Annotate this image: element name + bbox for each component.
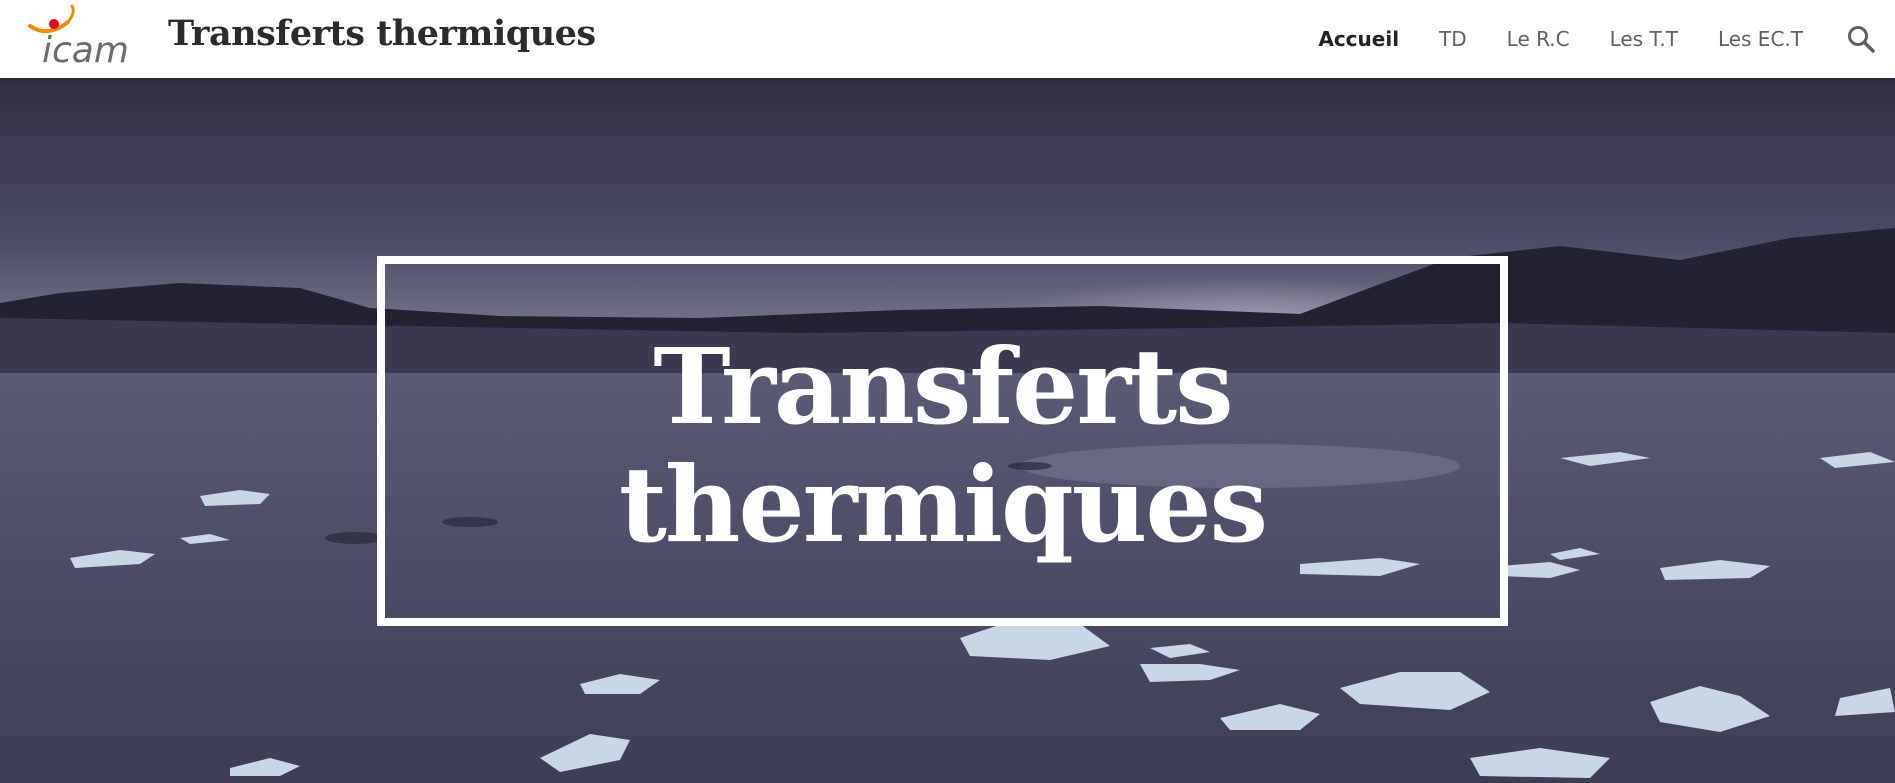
- nav-item-accueil[interactable]: Accueil: [1318, 27, 1399, 51]
- logo-text: icam: [42, 30, 129, 70]
- nav-item-les-ect[interactable]: Les EC.T: [1718, 27, 1803, 51]
- nav-item-les-tt[interactable]: Les T.T: [1610, 27, 1678, 51]
- site-title[interactable]: Transferts thermiques: [168, 13, 596, 54]
- site-header: icam Transferts thermiques Accueil TD Le…: [0, 0, 1895, 78]
- search-button[interactable]: [1843, 21, 1879, 57]
- hero-banner: Transferts thermiques: [0, 78, 1895, 783]
- hero-title: Transferts thermiques: [618, 325, 1268, 566]
- main-nav: Accueil TD Le R.C Les T.T Les EC.T: [1318, 0, 1895, 78]
- nav-item-le-rc[interactable]: Le R.C: [1507, 27, 1570, 51]
- nav-item-td[interactable]: TD: [1439, 27, 1467, 51]
- icam-logo[interactable]: icam: [28, 4, 148, 70]
- search-icon: [1848, 26, 1875, 53]
